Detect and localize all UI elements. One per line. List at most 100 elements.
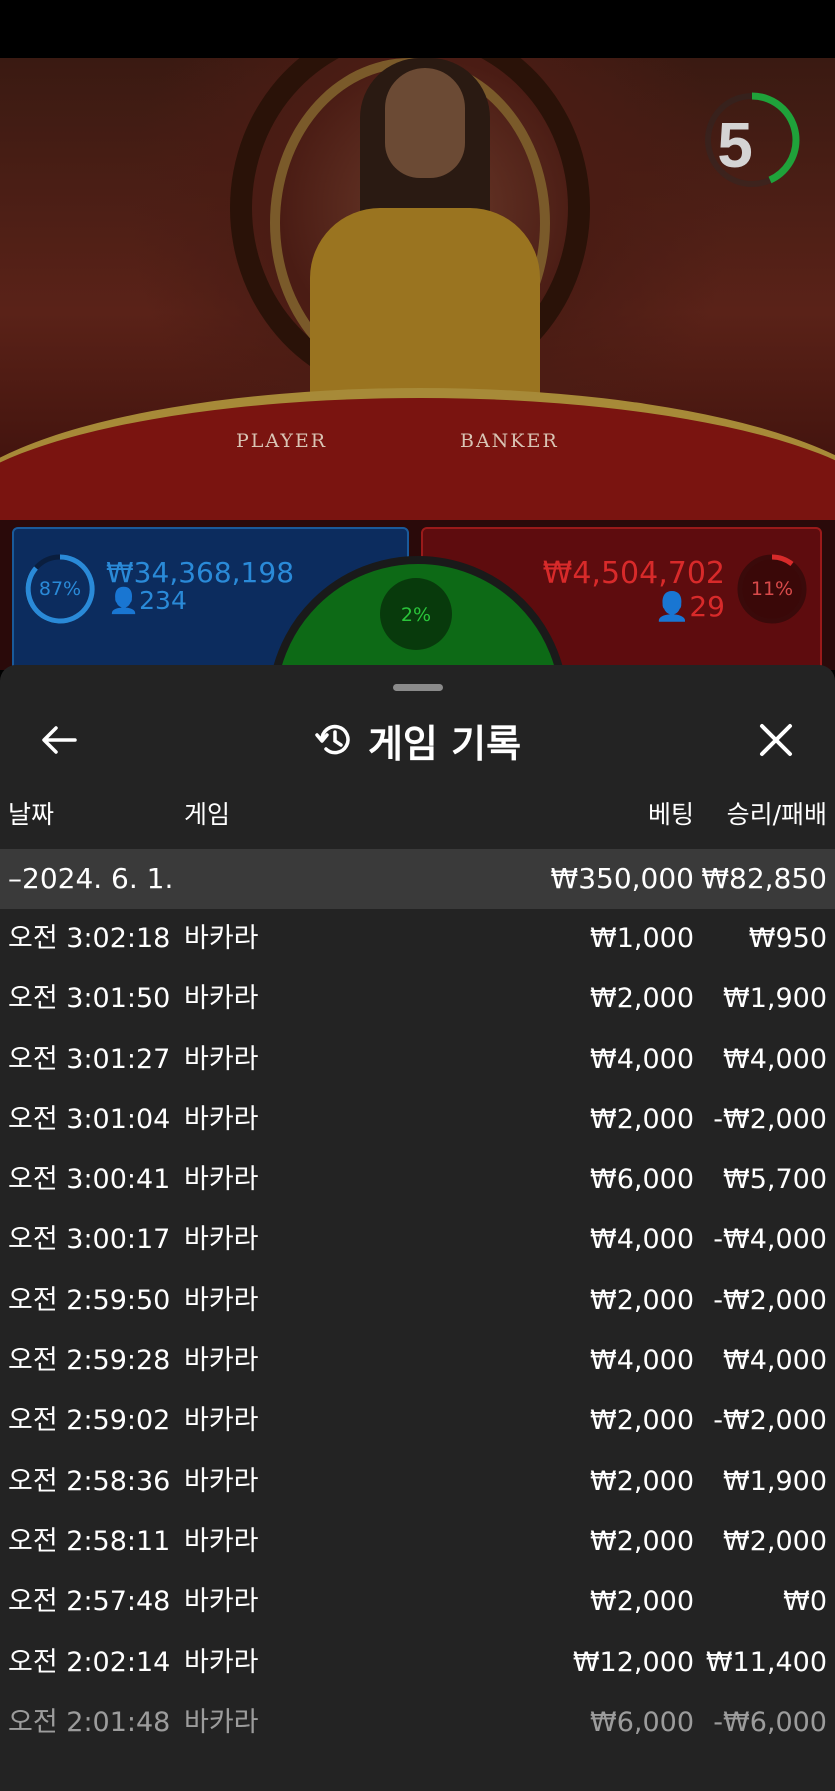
column-result: 승리/패배 [726,800,827,829]
banker-total-amount: ₩4,504,702 [542,556,725,591]
row-time: 오전 3:00:41 [8,1164,171,1196]
close-button[interactable] [753,717,799,763]
row-game: 바카라 [184,1646,259,1678]
row-time: 오전 3:01:27 [8,1043,171,1075]
row-result: ₩11,400 [705,1646,827,1678]
row-game: 바카라 [184,1706,259,1738]
row-game: 바카라 [184,1224,259,1256]
row-time: 오전 2:59:50 [8,1284,171,1316]
table-label-player: PLAYER [236,430,328,452]
row-bet: ₩4,000 [590,1043,694,1075]
row-game: 바카라 [184,923,259,954]
row-bet: ₩6,000 [590,1706,694,1738]
row-result: ₩0 [783,1586,827,1618]
column-date: 날짜 [8,800,55,829]
row-result: ₩1,900 [723,983,827,1015]
row-game: 바카라 [184,1525,259,1557]
row-time: 오전 2:57:48 [8,1586,171,1618]
row-time: 오전 2:01:48 [8,1706,171,1738]
row-result: -₩4,000 [713,1224,827,1256]
table-row[interactable]: 오전 3:02:18 바카라 ₩1,000 ₩950 [0,909,835,969]
table-row[interactable]: 오전 3:01:50 바카라 ₩2,000 ₩1,900 [0,969,835,1029]
player-total-amount: ₩34,368,198 [106,556,295,589]
page-title: 게임 기록 [367,721,522,766]
row-result: ₩4,000 [723,1345,827,1377]
row-time: 오전 3:02:18 [8,923,171,954]
banker-count: 👤29 [654,590,725,623]
column-game: 게임 [184,800,231,829]
table-row[interactable]: 오전 2:59:50 바카라 ₩2,000 -₩2,000 [0,1271,835,1331]
table-row[interactable]: 오전 3:00:17 바카라 ₩4,000 -₩4,000 [0,1210,835,1270]
baccarat-table [0,388,835,520]
row-time: 오전 2:59:02 [8,1405,171,1437]
row-bet: ₩4,000 [590,1224,694,1256]
group-result-total: ₩82,850 [701,862,827,895]
row-game: 바카라 [184,983,259,1015]
row-game: 바카라 [184,1405,259,1437]
row-result: -₩6,000 [713,1706,827,1738]
row-game: 바카라 [184,1103,259,1135]
row-bet: ₩12,000 [572,1646,694,1678]
table-row[interactable]: 오전 2:59:02 바카라 ₩2,000 -₩2,000 [0,1391,835,1451]
row-time: 오전 2:58:11 [8,1525,171,1557]
group-date: –2024. 6. 1. [8,862,174,895]
table-header: 날짜 게임 베팅 승리/패배 [0,795,835,851]
row-result: ₩2,000 [723,1525,827,1557]
group-bet-total: ₩350,000 [550,862,694,895]
row-time: 오전 2:59:28 [8,1345,171,1377]
date-group-row[interactable]: –2024. 6. 1. ₩350,000 ₩82,850 [0,849,835,909]
table-label-banker: BANKER [460,430,559,452]
row-result: -₩2,000 [713,1405,827,1437]
row-result: ₩1,900 [723,1465,827,1497]
user-icon: 👤 [654,590,690,623]
row-time: 오전 2:58:36 [8,1465,171,1497]
sheet-header: 게임 기록 [0,705,835,775]
row-time: 오전 3:01:04 [8,1103,171,1135]
close-icon [760,724,792,756]
table-row[interactable]: 오전 2:58:11 바카라 ₩2,000 ₩2,000 [0,1512,835,1572]
row-bet: ₩2,000 [590,1525,694,1557]
row-result: -₩2,000 [713,1103,827,1135]
row-bet: ₩1,000 [590,923,694,954]
table-row[interactable]: 오전 2:59:28 바카라 ₩4,000 ₩4,000 [0,1331,835,1391]
row-result: ₩5,700 [723,1164,827,1196]
dealer-head [385,68,465,178]
row-game: 바카라 [184,1043,259,1075]
row-result: ₩4,000 [723,1043,827,1075]
drag-handle[interactable] [393,684,443,691]
row-result: -₩2,000 [713,1284,827,1316]
table-row[interactable]: 오전 3:01:04 바카라 ₩2,000 -₩2,000 [0,1090,835,1150]
table-row[interactable]: 오전 3:00:41 바카라 ₩6,000 ₩5,700 [0,1150,835,1210]
game-history-sheet: 게임 기록 날짜 게임 베팅 승리/패배 –2024. 6. 1. ₩350,0… [0,665,835,1791]
column-bet: 베팅 [647,800,694,829]
banker-percent: 11% [750,578,794,600]
table-row[interactable]: 오전 2:58:36 바카라 ₩2,000 ₩1,900 [0,1452,835,1512]
row-game: 바카라 [184,1284,259,1316]
row-time: 오전 2:02:14 [8,1646,171,1678]
table-row[interactable]: 오전 2:57:48 바카라 ₩2,000 ₩0 [0,1572,835,1632]
row-result: ₩950 [748,923,827,954]
player-percent: 87% [38,578,82,600]
player-count: 👤234 [108,586,187,615]
row-bet: ₩2,000 [590,983,694,1015]
row-time: 오전 3:01:50 [8,983,171,1015]
table-row[interactable]: 오전 3:01:27 바카라 ₩4,000 ₩4,000 [0,1030,835,1090]
row-game: 바카라 [184,1465,259,1497]
row-game: 바카라 [184,1586,259,1618]
tie-percent: 2% [400,604,432,626]
row-bet: ₩2,000 [590,1284,694,1316]
user-icon: 👤 [108,586,140,615]
history-list: 오전 3:02:18 바카라 ₩1,000 ₩950 오전 3:01:50 바카라 ₩2,0… [0,909,835,1753]
history-icon [315,724,350,755]
row-bet: ₩2,000 [590,1405,694,1437]
countdown-timer: 5 [717,109,753,181]
table-row[interactable]: 오전 2:01:48 바카라 ₩6,000 -₩6,000 [0,1693,835,1753]
row-time: 오전 3:00:17 [8,1224,171,1256]
status-bar [0,0,835,58]
row-bet: ₩4,000 [590,1345,694,1377]
row-bet: ₩6,000 [590,1164,694,1196]
row-bet: ₩2,000 [590,1465,694,1497]
row-bet: ₩2,000 [590,1586,694,1618]
table-row[interactable]: 오전 2:02:14 바카라 ₩12,000 ₩11,400 [0,1633,835,1693]
row-game: 바카라 [184,1345,259,1377]
